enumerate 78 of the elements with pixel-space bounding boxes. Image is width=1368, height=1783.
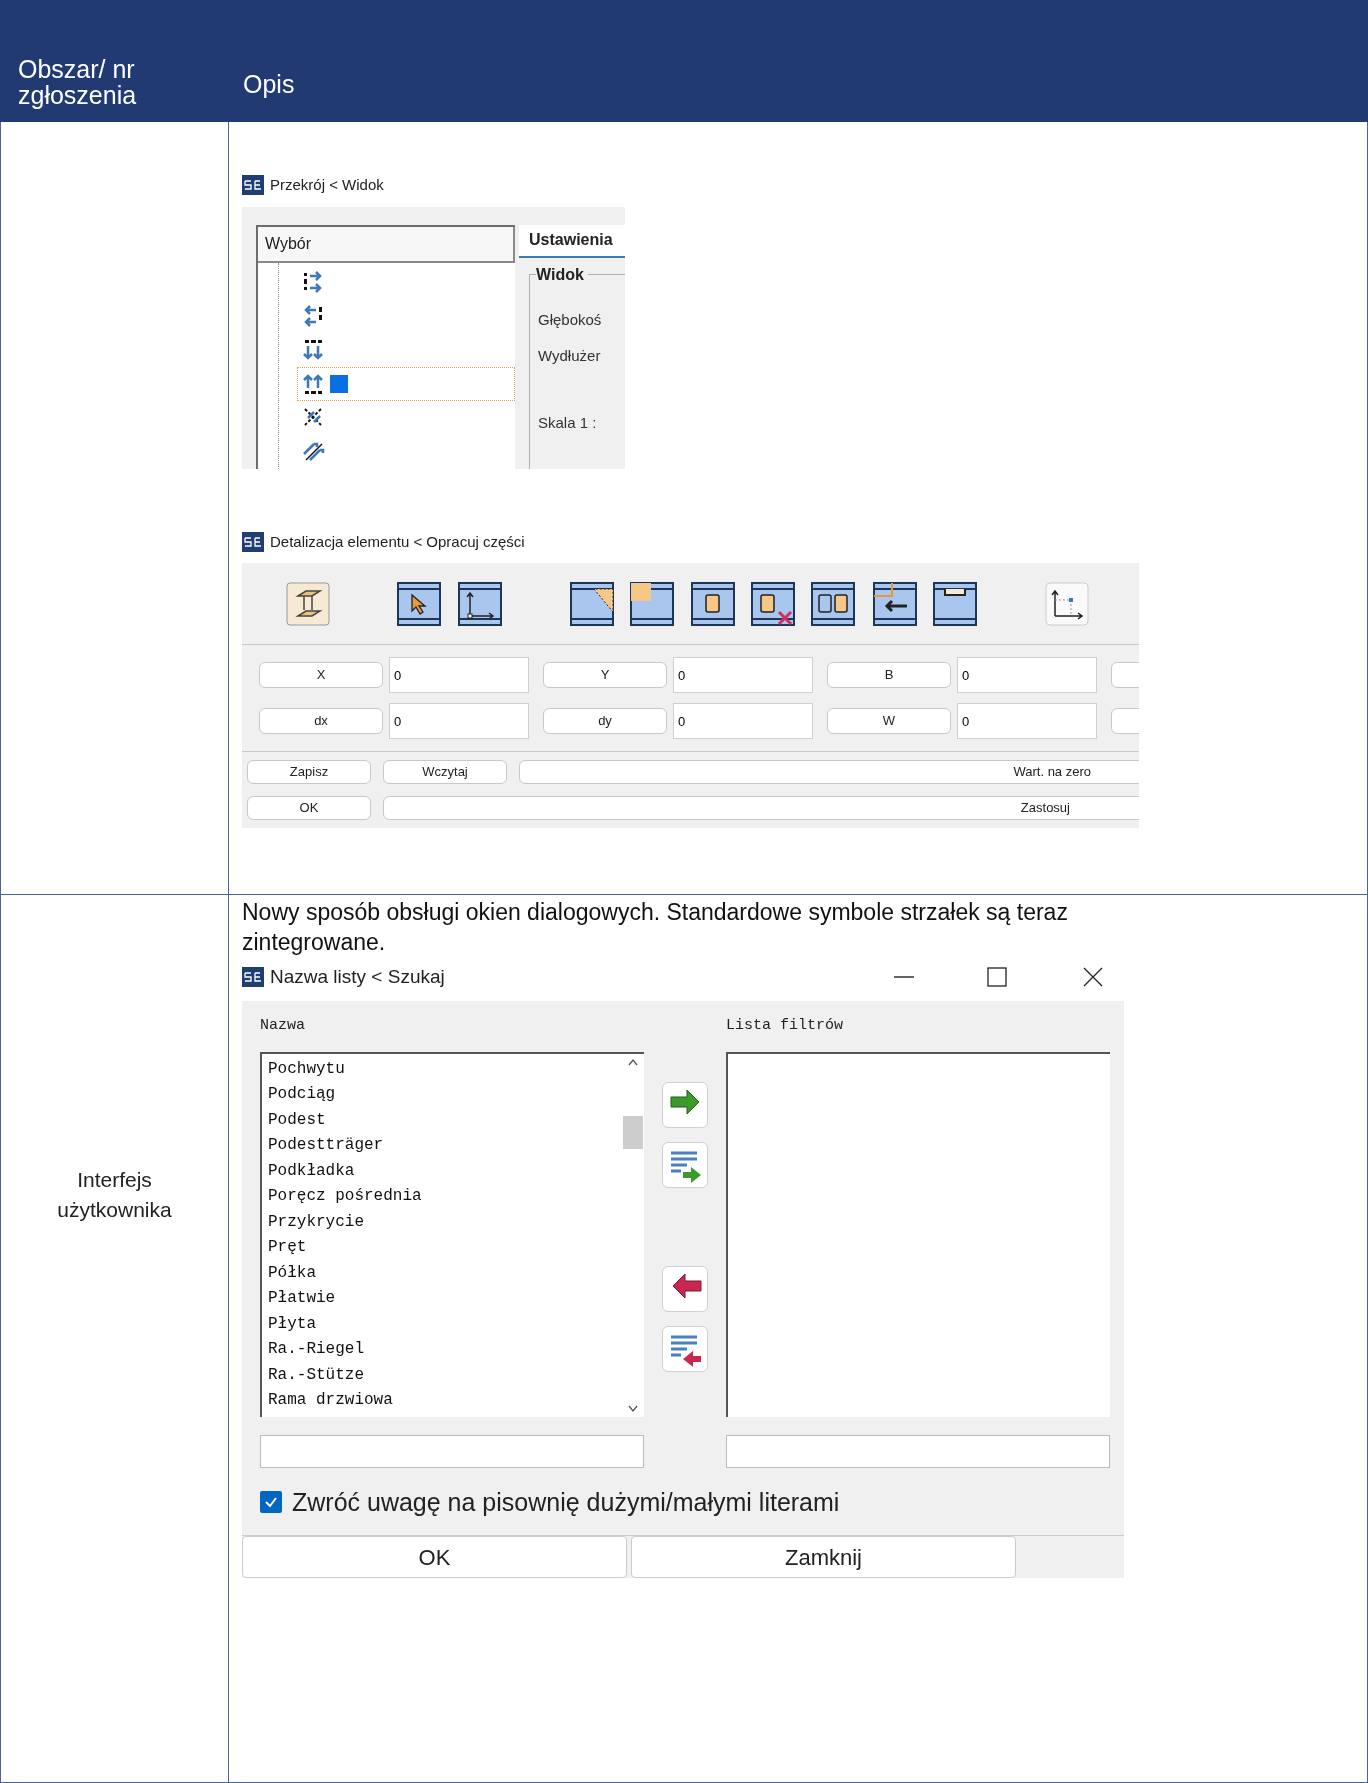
arrow-button[interactable] bbox=[662, 1141, 708, 1188]
input-field[interactable]: 0 bbox=[673, 703, 813, 739]
input-field[interactable] bbox=[726, 1434, 1110, 1468]
field-label: Wydłużer bbox=[538, 346, 602, 367]
button[interactable]: Zapisz bbox=[247, 760, 371, 784]
panel-icon bbox=[873, 581, 917, 626]
scrollbar-thumb[interactable] bbox=[623, 1115, 643, 1149]
panel-icon bbox=[751, 581, 795, 626]
area-label: Interfejs użytkownika bbox=[56, 1167, 173, 1223]
button[interactable]: B bbox=[827, 662, 951, 688]
panel-icon bbox=[630, 581, 674, 626]
list-label: Lista filtrów bbox=[726, 1016, 844, 1036]
beam-icon bbox=[286, 581, 330, 626]
list-item[interactable]: Ra.-Riegel bbox=[268, 1337, 622, 1363]
button[interactable]: W bbox=[827, 708, 951, 734]
tab[interactable]: Ustawienia bbox=[519, 224, 625, 258]
button[interactable]: Wczytaj bbox=[383, 760, 507, 784]
list-item[interactable]: Rama drzwiowa bbox=[268, 1388, 622, 1414]
list-header: Wybór bbox=[258, 226, 515, 263]
tree-item[interactable] bbox=[297, 366, 515, 401]
button[interactable]: Zamknij bbox=[631, 1536, 1016, 1578]
column-header: Obszar/ nr zgłoszenia bbox=[18, 56, 138, 108]
list-label: Nazwa bbox=[260, 1016, 306, 1036]
arrow-button[interactable] bbox=[662, 1325, 708, 1372]
list-item[interactable]: Pręt bbox=[268, 1235, 622, 1261]
button[interactable]: Y bbox=[543, 662, 667, 688]
description: Nowy sposób obsługi okien dialogowych. Standardowe symbole strzałek są teraz zintegrowane. bbox=[242, 898, 1069, 957]
axes-icon bbox=[1045, 581, 1089, 626]
button[interactable]: dy bbox=[543, 708, 667, 734]
list-item[interactable]: Przykrycie bbox=[268, 1209, 622, 1235]
cursor-icon bbox=[397, 581, 441, 626]
field-label: Skala 1 : bbox=[538, 412, 598, 433]
close-icon bbox=[1082, 966, 1104, 988]
axes-icon bbox=[458, 581, 502, 626]
list-item[interactable]: Półka bbox=[268, 1260, 622, 1286]
logo-icon bbox=[242, 967, 264, 987]
button[interactable]: OK bbox=[247, 796, 371, 820]
logo-icon bbox=[242, 531, 264, 552]
arrow-button[interactable] bbox=[662, 1265, 708, 1312]
list-item[interactable]: Podestträger bbox=[268, 1133, 622, 1159]
scroll-up-icon bbox=[628, 1057, 638, 1066]
panel-icon bbox=[811, 581, 855, 626]
logo-icon bbox=[242, 175, 264, 196]
input-field[interactable]: 0 bbox=[389, 703, 529, 739]
list-item[interactable]: Podciąg bbox=[268, 1082, 622, 1108]
input-field[interactable]: 0 bbox=[957, 703, 1097, 739]
button[interactable]: dx bbox=[259, 708, 383, 734]
field-label: Głębokoś bbox=[538, 309, 603, 330]
button[interactable]: Zastosuj bbox=[383, 796, 1139, 820]
button[interactable]: OK bbox=[242, 1536, 627, 1578]
checkbox-label: Zwróć uwagę na pisownię dużymi/małymi literami bbox=[292, 1486, 840, 1518]
arrows-icon bbox=[302, 337, 326, 362]
list-item[interactable]: Płatwie bbox=[268, 1286, 622, 1312]
input-field[interactable]: 0 bbox=[673, 657, 813, 693]
panel-icon bbox=[933, 581, 977, 626]
window-title: Detalizacja elementu < Opracuj części bbox=[270, 531, 525, 552]
selection-marker bbox=[330, 374, 348, 393]
maximize-icon bbox=[986, 966, 1008, 988]
list-item[interactable]: Poręcz pośrednia bbox=[268, 1184, 622, 1210]
list-item[interactable]: Płyta bbox=[268, 1311, 622, 1337]
column-header: Opis bbox=[243, 70, 295, 98]
panel-icon bbox=[570, 581, 614, 626]
window-title: Nazwa listy < Szukaj bbox=[270, 964, 445, 989]
button[interactable]: Wart. na zero bbox=[519, 760, 1139, 784]
arrow-button[interactable] bbox=[662, 1081, 708, 1128]
button[interactable]: X bbox=[259, 662, 383, 688]
list-item[interactable]: Pochwytu bbox=[268, 1056, 622, 1082]
input-field[interactable]: 0 bbox=[389, 657, 529, 693]
list-item[interactable]: Podest bbox=[268, 1107, 622, 1133]
input-field[interactable] bbox=[260, 1434, 644, 1468]
scroll-down-icon bbox=[628, 1404, 638, 1413]
window-title: Przekrój < Widok bbox=[270, 175, 384, 195]
checkbox[interactable] bbox=[260, 1491, 282, 1514]
minimize-icon bbox=[894, 976, 914, 978]
list-item[interactable]: Podkładka bbox=[268, 1158, 622, 1184]
input-field[interactable]: 0 bbox=[957, 657, 1097, 693]
list-item[interactable]: Ra.-Stütze bbox=[268, 1362, 622, 1388]
panel-icon bbox=[691, 581, 735, 626]
